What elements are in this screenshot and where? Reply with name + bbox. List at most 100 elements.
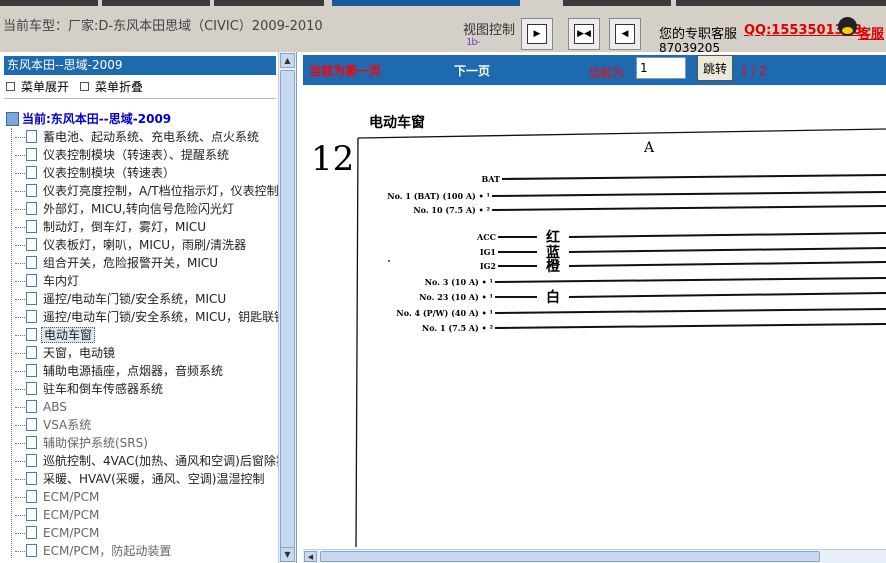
- current-car-label: 当前车型：厂家:D-东风本田思域（CIVIC）2009-2010: [3, 19, 323, 34]
- scroll-up-icon[interactable]: ▲: [280, 53, 295, 68]
- tree-connector: [15, 155, 25, 156]
- tree-connector: [15, 173, 25, 174]
- tree-item-label: VSA系统: [43, 418, 92, 432]
- wire-color-label: 橙: [546, 258, 561, 275]
- collapse-icon: [80, 82, 89, 91]
- qq-penguin-icon[interactable]: [838, 17, 857, 36]
- document-icon: [26, 292, 37, 305]
- document-icon: [26, 400, 37, 413]
- page-number-input[interactable]: [636, 57, 686, 79]
- view-fit-button[interactable]: ▶◀: [568, 18, 600, 50]
- arrow-left-icon: ◀: [615, 24, 635, 44]
- tree-item-label: 组合开关，危险报警开关，MICU: [43, 256, 219, 270]
- viewer-h-scrollbar[interactable]: ◀: [303, 549, 886, 563]
- wire-line: [494, 323, 886, 329]
- book-icon: [6, 111, 19, 126]
- tree-item-label: ECM/PCM，防起动装置: [43, 544, 172, 558]
- tree-connector: [15, 443, 25, 444]
- wire-color-label: 白: [546, 289, 560, 306]
- wire-label: No. 23 (10 A) • ¹: [419, 292, 493, 302]
- service-link[interactable]: 客服: [858, 23, 884, 42]
- next-page-link[interactable]: 下一页: [454, 62, 490, 79]
- column-label: A: [643, 140, 655, 156]
- scroll-down-icon[interactable]: ▼: [280, 547, 295, 562]
- top-strip: [0, 0, 98, 6]
- tree-item-label: 遥控/电动车门锁/安全系统，MICU，钥匙联锁: [43, 310, 287, 324]
- tree-connector: [15, 407, 25, 408]
- sidebar-scrollbar[interactable]: ▲ ▼: [278, 52, 296, 563]
- document-icon: [26, 274, 37, 287]
- navigation-sidebar: 东风本田--思域-2009 菜单展开 菜单折叠 当前:东风本田--思域-2009…: [0, 52, 297, 563]
- tree-connector: [15, 461, 25, 462]
- wire-label: No. 1 (7.5 A) • ²: [422, 323, 494, 333]
- document-viewer: 当前为第一页 下一页 当前为 跳转 1 / 2 电动车窗 12 A BAT No.…: [303, 52, 886, 563]
- tree-item-label: 制动灯，倒车灯，雾灯，MICU: [43, 220, 207, 234]
- tree-item-label: 驻车和倒车传感器系统: [43, 382, 164, 396]
- tree-item-label: 电动车窗: [41, 327, 96, 343]
- document-icon: [26, 310, 37, 323]
- tree-item-label: 辅助电源插座，点烟器，音频系统: [43, 364, 224, 378]
- tree-item-label: ABS: [43, 400, 67, 414]
- wire-line: [491, 191, 886, 197]
- expand-menu-button[interactable]: 菜单展开: [6, 78, 69, 95]
- wiring-diagram-svg: 电动车窗 12 A BAT No. 1 (BAT) (100 A) • ¹ No. …: [311, 114, 886, 547]
- tree-item-label: 仪表控制模块（转速表）: [43, 166, 176, 180]
- tree-connector: [15, 479, 25, 480]
- frame-left-line: [355, 137, 359, 547]
- collapse-menu-button[interactable]: 菜单折叠: [80, 78, 143, 95]
- tree-item-label: ECM/PCM: [43, 490, 100, 504]
- page-count: 1 / 2: [740, 64, 767, 78]
- document-icon: [26, 148, 37, 161]
- wire-line: [491, 205, 886, 211]
- tree-connector: [11, 128, 12, 558]
- prev-page-link[interactable]: 当前为第一页: [309, 62, 381, 79]
- tree-connector: [15, 335, 25, 336]
- wire-line: [568, 247, 886, 253]
- frame-top-line: [357, 128, 886, 139]
- wire-label: BAT: [482, 174, 501, 184]
- tree-connector: [15, 299, 25, 300]
- document-icon: [26, 238, 37, 251]
- divider: [4, 98, 276, 99]
- tree-item-label: 辅助保护系统(SRS): [43, 436, 148, 450]
- top-strip: [676, 0, 886, 6]
- tree-root-label: 当前:东风本田--思域-2009: [22, 112, 172, 126]
- view-mini-label: 1b-: [466, 37, 480, 48]
- document-icon: [26, 256, 37, 269]
- document-icon: [26, 418, 37, 431]
- document-icon: [26, 166, 37, 179]
- tree-item-label: 仪表控制模块（转速表）、提醒系统: [43, 148, 230, 162]
- arrow-right-icon: ▶: [527, 24, 547, 44]
- wire-label: ACC: [476, 232, 496, 242]
- document-icon: [26, 364, 37, 377]
- service-label: 您的专职客服: [659, 27, 738, 42]
- view-control-label: 视图控制: [463, 23, 516, 38]
- view-next-button[interactable]: ▶: [521, 18, 553, 50]
- current-page-label: 当前为: [588, 66, 625, 80]
- wire-label: No. 1 (BAT) (100 A) • ¹: [387, 191, 490, 201]
- tree-root[interactable]: 当前:东风本田--思域-2009: [6, 110, 171, 127]
- document-icon: [26, 220, 37, 233]
- document-icon: [26, 472, 37, 485]
- section-number: 12: [311, 139, 354, 179]
- scrollbar-thumb[interactable]: [280, 70, 295, 552]
- h-scrollbar-thumb[interactable]: [320, 551, 820, 562]
- top-strip: [214, 0, 324, 6]
- top-strip: [563, 0, 671, 6]
- wiring-diagram-page: 电动车窗 12 A BAT No. 1 (BAT) (100 A) • ¹ No. …: [303, 85, 886, 547]
- wire-line: [568, 261, 886, 267]
- top-strip: [102, 0, 210, 6]
- scroll-left-icon[interactable]: ◀: [304, 551, 317, 562]
- tree-item-label: 遥控/电动车门锁/安全系统，MICU: [43, 292, 227, 306]
- tree-item-label: 蓄电池、起动系统、充电系统、点火系统: [43, 130, 260, 144]
- jump-button[interactable]: 跳转: [697, 55, 733, 81]
- wire-line: [494, 277, 886, 283]
- tree-connector: [15, 137, 25, 138]
- tree-connector: [15, 191, 25, 192]
- expand-menu-label: 菜单展开: [21, 80, 70, 94]
- document-icon: [26, 526, 37, 539]
- view-prev-button[interactable]: ◀: [609, 18, 641, 50]
- wire-label: No. 4 (P/W) (40 A) • ¹: [396, 308, 493, 318]
- wire-line: [568, 232, 886, 238]
- tree-item-label: 车内灯: [43, 274, 80, 288]
